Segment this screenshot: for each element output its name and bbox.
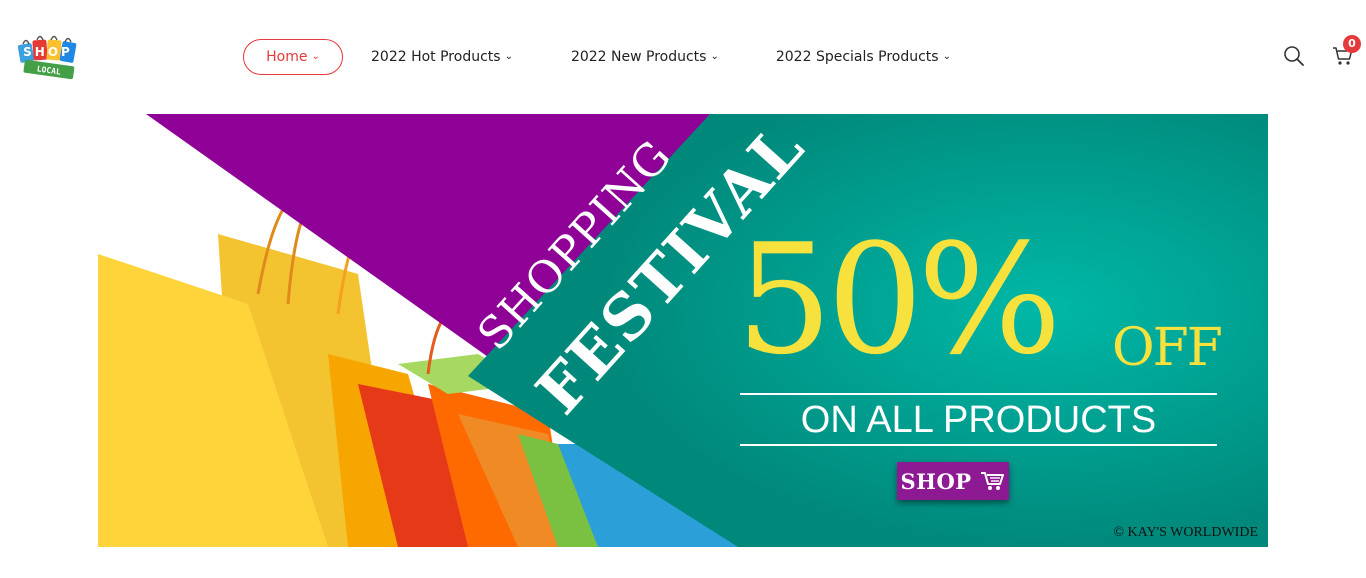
divider-top — [740, 393, 1217, 395]
promo-banner[interactable]: SHOPPING FESTIVAL 50% OFF ON ALL PRODUCT… — [98, 114, 1268, 547]
main-nav: Home ⌄ 2022 Hot Products ⌄ 2022 New Prod… — [243, 39, 951, 75]
divider-bottom — [740, 444, 1217, 446]
logo-top-text: SHOP — [23, 45, 73, 59]
chevron-down-icon: ⌄ — [504, 50, 513, 62]
nav-new-products-label: 2022 New Products — [570, 49, 707, 65]
nav-hot-products[interactable]: 2022 Hot Products ⌄ — [371, 39, 513, 75]
banner-background — [98, 114, 1268, 547]
nav-home[interactable]: Home ⌄ — [243, 39, 343, 75]
nav-new-products[interactable]: 2022 New Products ⌄ — [571, 39, 719, 75]
site-header: SHOP LOCAL Home ⌄ 2022 Hot Products ⌄ 20… — [0, 0, 1366, 114]
banner-copyright: © KAY'S WORLDWIDE — [1113, 525, 1258, 540]
nav-specials-products[interactable]: 2022 Specials Products ⌄ — [776, 39, 951, 75]
nav-home-label: Home — [266, 49, 308, 65]
banner-off-text: OFF — [1112, 318, 1223, 378]
shopping-cart-icon — [980, 472, 1004, 490]
chevron-down-icon: ⌄ — [710, 50, 719, 62]
shop-button-label: SHOP — [900, 468, 972, 494]
shop-local-logo[interactable]: SHOP LOCAL — [16, 34, 90, 82]
shop-button[interactable]: SHOP — [897, 462, 1009, 500]
cart-count-badge: 0 — [1343, 35, 1361, 53]
nav-specials-products-label: 2022 Specials Products — [775, 49, 939, 65]
banner-discount: 50% — [736, 211, 1062, 388]
chevron-down-icon: ⌄ — [311, 50, 320, 62]
nav-hot-products-label: 2022 Hot Products — [371, 49, 501, 65]
chevron-down-icon: ⌄ — [942, 50, 951, 62]
search-icon[interactable] — [1282, 44, 1306, 68]
banner-subtitle: ON ALL PRODUCTS — [800, 399, 1157, 441]
